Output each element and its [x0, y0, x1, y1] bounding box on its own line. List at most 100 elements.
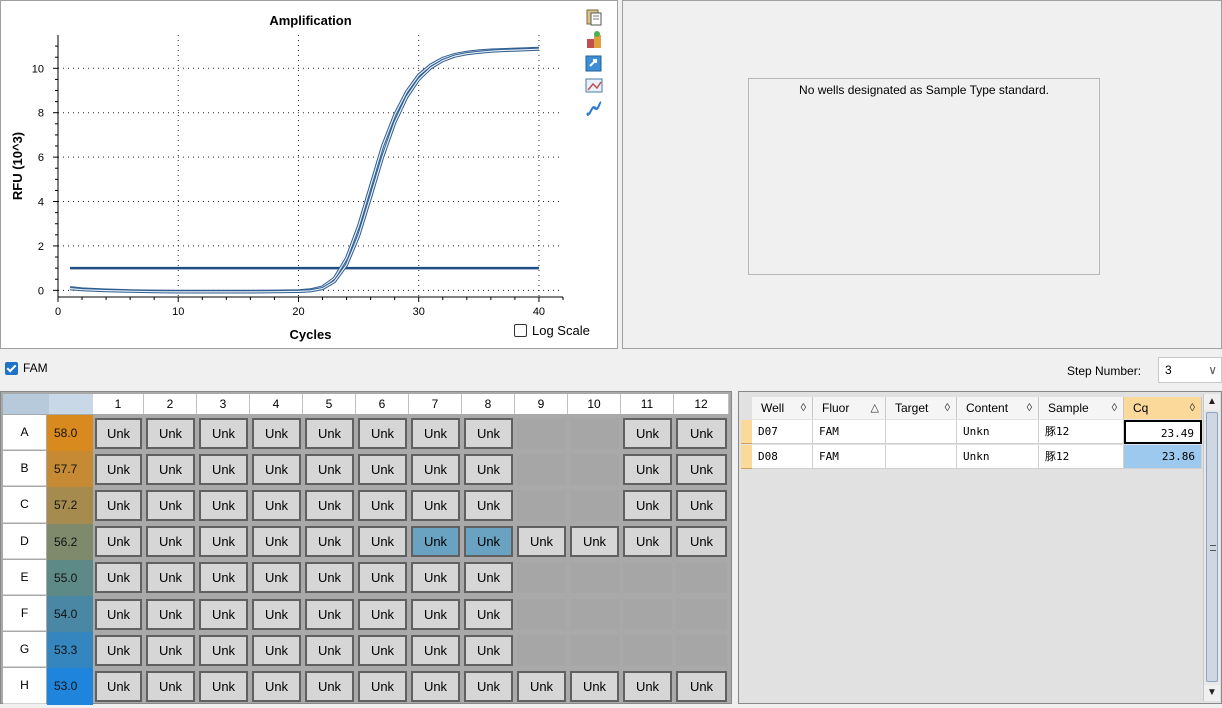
plate-well-G12[interactable]	[676, 634, 727, 666]
plate-column-header[interactable]: 6	[356, 394, 409, 414]
plate-well-A1[interactable]: Unk	[95, 417, 142, 449]
table-cell-sample[interactable]: 豚12	[1039, 420, 1124, 444]
plate-well-G2[interactable]: Unk	[146, 634, 195, 666]
plate-well-E6[interactable]: Unk	[358, 562, 407, 594]
plate-well-B8[interactable]: Unk	[464, 453, 513, 485]
plate-well-F4[interactable]: Unk	[252, 598, 301, 630]
plate-row-header[interactable]: B	[3, 451, 46, 487]
plate-well-C6[interactable]: Unk	[358, 489, 407, 521]
log-scale-checkbox[interactable]: Log Scale	[514, 323, 590, 338]
plate-well-E4[interactable]: Unk	[252, 562, 301, 594]
plate-row-header[interactable]: E	[3, 559, 46, 595]
scroll-down-icon[interactable]: ▼	[1204, 685, 1220, 701]
plate-well-C12[interactable]: Unk	[676, 489, 727, 521]
sort-icon[interactable]: ◊	[1112, 397, 1117, 419]
plate-well-A3[interactable]: Unk	[199, 417, 248, 449]
curve-icon[interactable]	[584, 99, 604, 119]
fam-checkbox[interactable]: FAM	[5, 361, 48, 375]
plate-well-H12[interactable]: Unk	[676, 670, 727, 702]
plate-well-H5[interactable]: Unk	[305, 670, 354, 702]
clipboard-icon[interactable]	[584, 7, 604, 27]
row-selector[interactable]	[741, 420, 752, 444]
fam-check-box[interactable]	[5, 361, 18, 375]
plate-well-B2[interactable]: Unk	[146, 453, 195, 485]
plate-well-F2[interactable]: Unk	[146, 598, 195, 630]
plate-well-B5[interactable]: Unk	[305, 453, 354, 485]
plate-well-B10[interactable]	[570, 453, 619, 485]
image-icon[interactable]	[584, 76, 604, 96]
plate-well-B9[interactable]	[517, 453, 566, 485]
plate-well-H3[interactable]: Unk	[199, 670, 248, 702]
plate-well-F11[interactable]	[623, 598, 672, 630]
plate-well-C10[interactable]	[570, 489, 619, 521]
row-selector[interactable]	[741, 445, 752, 469]
plate-well-F9[interactable]	[517, 598, 566, 630]
plate-well-C1[interactable]: Unk	[95, 489, 142, 521]
plate-column-header[interactable]: 4	[250, 394, 303, 414]
sort-icon[interactable]: △	[871, 397, 879, 419]
plate-well-C5[interactable]: Unk	[305, 489, 354, 521]
plate-well-A11[interactable]: Unk	[623, 417, 672, 449]
plate-well-A8[interactable]: Unk	[464, 417, 513, 449]
plate-well-G11[interactable]	[623, 634, 672, 666]
log-scale-check-box[interactable]	[514, 324, 527, 337]
plate-well-B7[interactable]: Unk	[411, 453, 460, 485]
plate-well-G6[interactable]: Unk	[358, 634, 407, 666]
sort-icon[interactable]: ◊	[1190, 397, 1195, 419]
plate-well-F7[interactable]: Unk	[411, 598, 460, 630]
plate-row-header[interactable]: D	[3, 523, 46, 559]
plate-well-A6[interactable]: Unk	[358, 417, 407, 449]
plate-well-H11[interactable]: Unk	[623, 670, 672, 702]
plate-well-H9[interactable]: Unk	[517, 670, 566, 702]
plate-well-F3[interactable]: Unk	[199, 598, 248, 630]
plate-well-E1[interactable]: Unk	[95, 562, 142, 594]
plate-well-E8[interactable]: Unk	[464, 562, 513, 594]
plate-well-E7[interactable]: Unk	[411, 562, 460, 594]
plate-well-C9[interactable]	[517, 489, 566, 521]
plate-well-B3[interactable]: Unk	[199, 453, 248, 485]
plate-well-G4[interactable]: Unk	[252, 634, 301, 666]
plate-well-C3[interactable]: Unk	[199, 489, 248, 521]
plate-column-header[interactable]: 10	[568, 394, 621, 414]
plate-row-header[interactable]: A	[3, 415, 46, 451]
plate-row-header[interactable]: C	[3, 487, 46, 523]
plate-well-D3[interactable]: Unk	[199, 526, 248, 558]
plate-well-C8[interactable]: Unk	[464, 489, 513, 521]
plate-row-header[interactable]: F	[3, 596, 46, 632]
plate-well-E12[interactable]	[676, 562, 727, 594]
plate-well-G10[interactable]	[570, 634, 619, 666]
table-cell-fluor[interactable]: FAM	[813, 420, 886, 444]
table-cell-well[interactable]: D07	[752, 420, 813, 444]
plate-well-H7[interactable]: Unk	[411, 670, 460, 702]
step-number-select[interactable]: 3 ∨	[1158, 357, 1222, 383]
sort-icon[interactable]: ◊	[801, 397, 806, 419]
plate-well-E2[interactable]: Unk	[146, 562, 195, 594]
plate-column-header[interactable]: 2	[144, 394, 197, 414]
table-cell-target[interactable]	[886, 420, 957, 444]
plate-well-A9[interactable]	[517, 417, 566, 449]
plate-column-header[interactable]: 12	[674, 394, 729, 414]
plate-well-D11[interactable]: Unk	[623, 526, 672, 558]
plate-column-header[interactable]: 5	[303, 394, 356, 414]
plate-row-header[interactable]: G	[3, 632, 46, 668]
table-cell-fluor[interactable]: FAM	[813, 445, 886, 469]
plate-well-H8[interactable]: Unk	[464, 670, 513, 702]
plate-well-D9[interactable]: Unk	[517, 526, 566, 558]
plate-well-F10[interactable]	[570, 598, 619, 630]
plate-well-A10[interactable]	[570, 417, 619, 449]
sort-icon[interactable]: ◊	[1027, 397, 1032, 419]
plate-well-C7[interactable]: Unk	[411, 489, 460, 521]
plate-column-header[interactable]: 3	[197, 394, 250, 414]
plate-well-A5[interactable]: Unk	[305, 417, 354, 449]
plate-well-H4[interactable]: Unk	[252, 670, 301, 702]
plate-well-C4[interactable]: Unk	[252, 489, 301, 521]
plate-well-H2[interactable]: Unk	[146, 670, 195, 702]
table-cell-content[interactable]: Unkn	[957, 445, 1039, 469]
column-header-sample[interactable]: Sample ◊	[1039, 397, 1124, 419]
plate-well-D1[interactable]: Unk	[95, 526, 142, 558]
plate-well-E9[interactable]	[517, 562, 566, 594]
plate-well-D2[interactable]: Unk	[146, 526, 195, 558]
export-icon[interactable]	[584, 53, 604, 73]
plate-well-G8[interactable]: Unk	[464, 634, 513, 666]
plate-well-G3[interactable]: Unk	[199, 634, 248, 666]
